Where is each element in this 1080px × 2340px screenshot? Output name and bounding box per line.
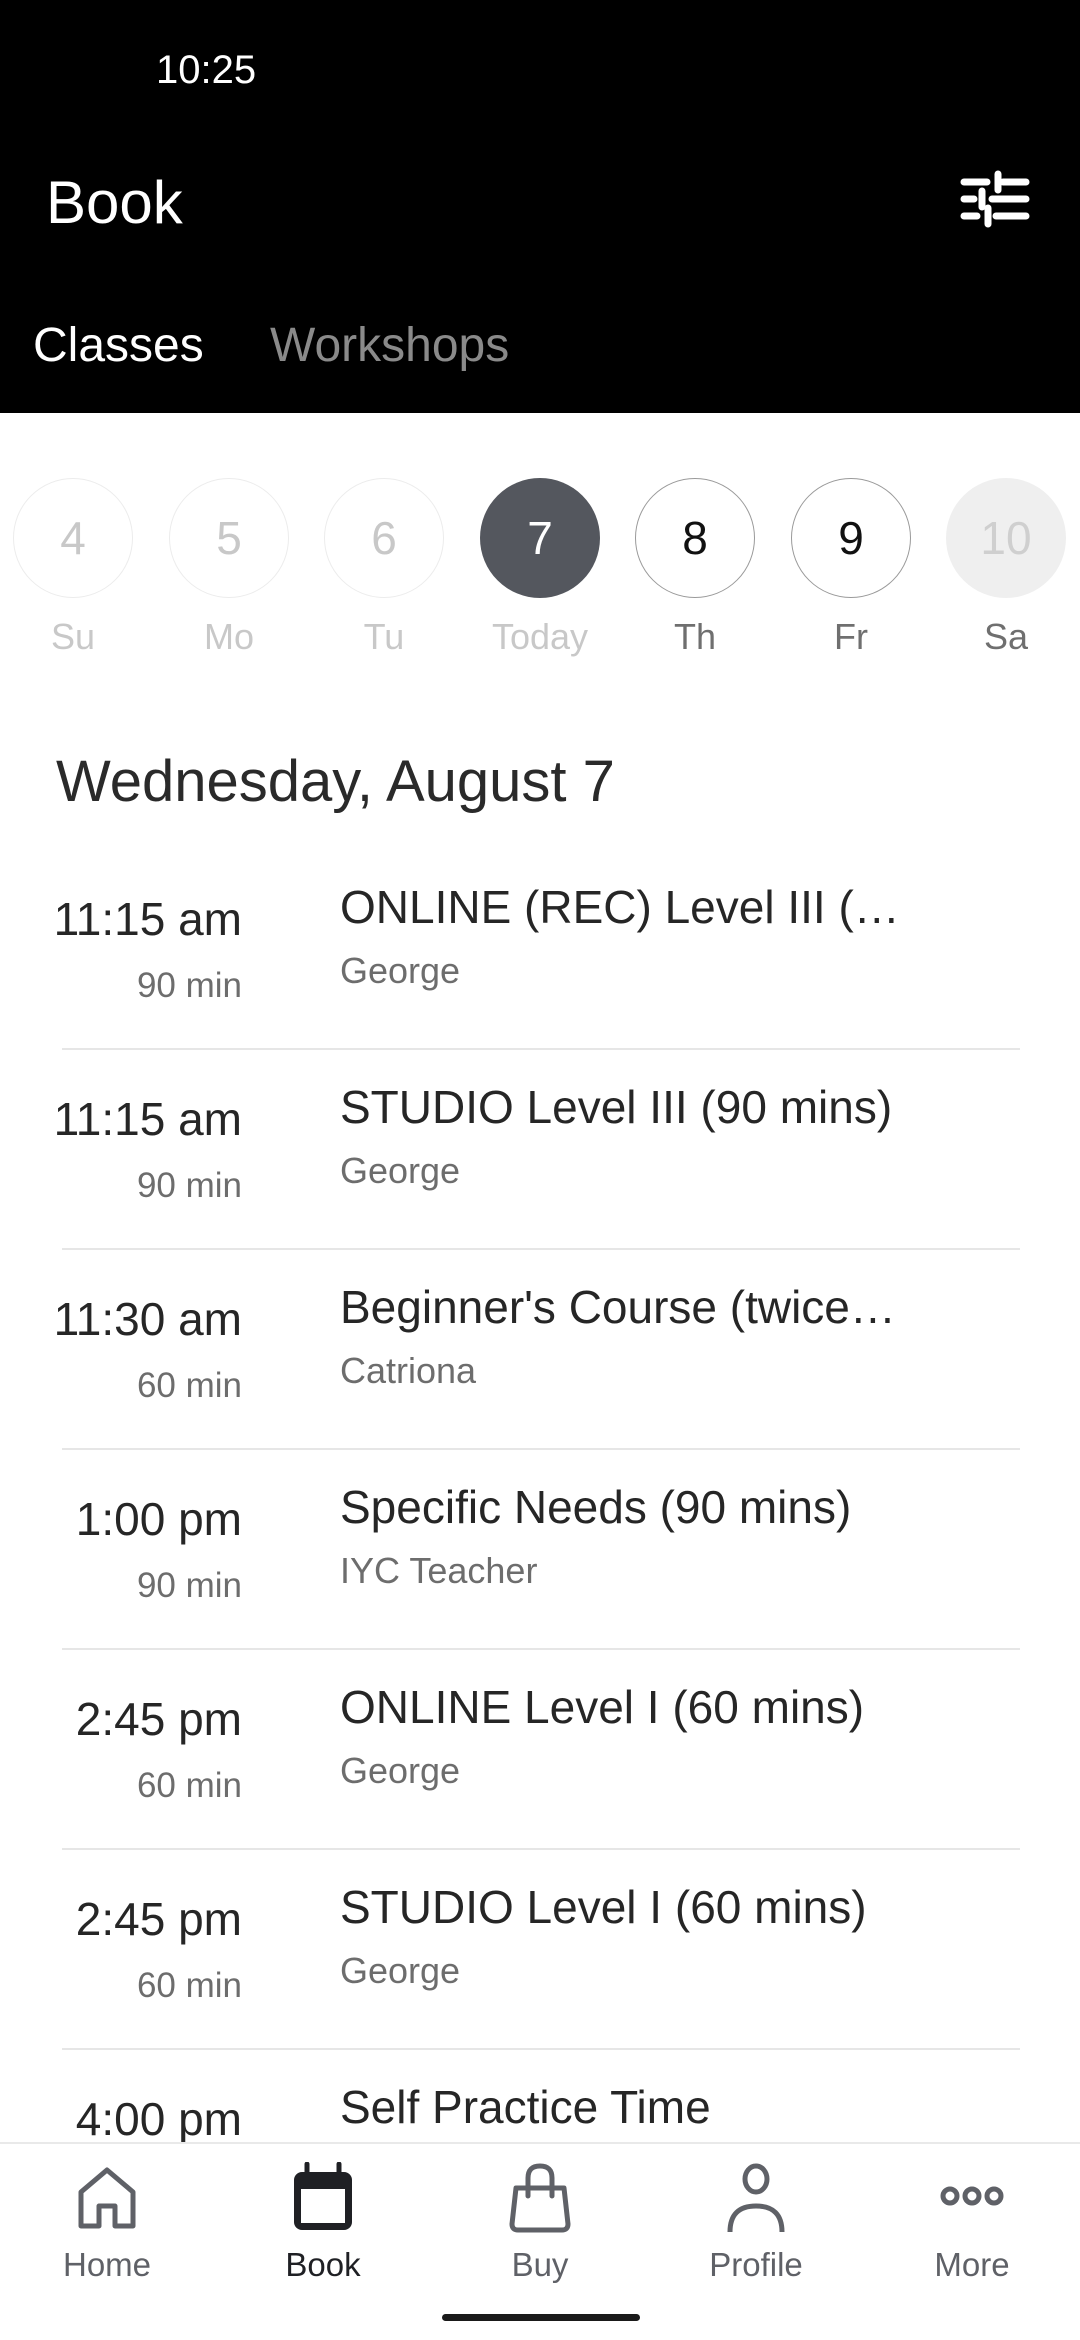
class-name: STUDIO Level I (60 mins) xyxy=(340,1881,867,1933)
class-duration: 60 min xyxy=(136,1766,242,1805)
class-name: Beginner's Course (twice… xyxy=(340,1281,896,1333)
class-duration: 60 min xyxy=(136,1366,242,1405)
day-label: Fr xyxy=(834,616,868,657)
home-indicator[interactable] xyxy=(442,2314,640,2321)
nav-label: Buy xyxy=(511,2246,569,2283)
class-time: 2:45 pm xyxy=(75,1693,242,1745)
class-teacher: George xyxy=(340,1950,461,1991)
class-time: 2:45 pm xyxy=(75,1893,242,1945)
day-item[interactable]: 10 Sa xyxy=(944,478,1068,658)
day-number: 10 xyxy=(946,478,1066,598)
tab-workshops[interactable]: Workshops xyxy=(270,318,509,373)
class-row[interactable]: 11:15 am 90 min ONLINE (REC) Level III (… xyxy=(0,850,1080,1050)
more-dots-icon xyxy=(940,2186,1004,2206)
day-number: 5 xyxy=(169,478,289,598)
nav-label: More xyxy=(934,2246,1010,2283)
person-icon xyxy=(727,2163,785,2233)
bottom-nav: Home Book Buy Profile More xyxy=(0,2142,1080,2340)
class-teacher: George xyxy=(340,1150,461,1191)
day-number: 9 xyxy=(791,478,911,598)
day-label: Mo xyxy=(203,616,254,657)
day-selector: 4 Su 5 Mo 6 Tu 7 Today 8 Th 9 Fr 10 Sa xyxy=(0,478,1080,658)
app-header: 10:25 Book Classes Workshops xyxy=(0,0,1080,413)
sliders-icon xyxy=(960,170,1030,228)
class-time: 11:30 am xyxy=(53,1293,242,1345)
class-row[interactable]: 2:45 pm 60 min STUDIO Level I (60 mins) … xyxy=(0,1850,1080,2050)
nav-label: Profile xyxy=(709,2246,803,2283)
class-row[interactable]: 1:00 pm 90 min Specific Needs (90 mins) … xyxy=(0,1450,1080,1650)
day-number: 7 xyxy=(480,478,600,598)
class-time: 11:15 am xyxy=(53,1093,242,1145)
class-name: STUDIO Level III (90 mins) xyxy=(340,1081,893,1133)
day-label: Today xyxy=(491,616,589,657)
nav-label: Home xyxy=(62,2246,152,2283)
class-time: 11:15 am xyxy=(53,893,242,945)
day-label: Su xyxy=(50,616,96,657)
filter-button[interactable] xyxy=(960,170,1032,234)
class-row[interactable]: 2:45 pm 60 min ONLINE Level I (60 mins) … xyxy=(0,1650,1080,1850)
page-title: Book xyxy=(46,169,183,236)
nav-book[interactable]: Book xyxy=(233,2162,413,2284)
nav-home[interactable]: Home xyxy=(17,2162,197,2284)
class-teacher: George xyxy=(340,950,461,991)
day-number: 6 xyxy=(324,478,444,598)
nav-label: Book xyxy=(285,2246,361,2283)
day-item[interactable]: 9 Fr xyxy=(789,478,913,658)
class-name: ONLINE Level I (60 mins) xyxy=(340,1681,865,1733)
class-duration: 90 min xyxy=(136,1166,242,1205)
day-item[interactable]: 6 Tu xyxy=(322,478,446,658)
class-time: 1:00 pm xyxy=(75,1493,242,1545)
nav-more[interactable]: More xyxy=(882,2162,1062,2284)
class-row[interactable]: 11:30 am 60 min Beginner's Course (twice… xyxy=(0,1250,1080,1450)
day-number: 4 xyxy=(13,478,133,598)
class-name: Self Practice Time xyxy=(340,2081,711,2133)
day-label: Th xyxy=(673,616,716,657)
class-list: 11:15 am 90 min ONLINE (REC) Level III (… xyxy=(0,850,1080,2142)
class-row[interactable]: 11:15 am 90 min STUDIO Level III (90 min… xyxy=(0,1050,1080,1250)
tab-classes[interactable]: Classes xyxy=(33,318,204,373)
day-item-today[interactable]: 7 Today xyxy=(478,478,602,658)
class-time: 4:00 pm xyxy=(75,2093,242,2142)
class-teacher: IYC Teacher xyxy=(340,1550,538,1591)
day-item[interactable]: 8 Th xyxy=(633,478,757,658)
status-bar-time: 10:25 xyxy=(156,48,257,92)
class-duration: 90 min xyxy=(136,1566,242,1605)
class-duration: 90 min xyxy=(136,966,242,1005)
shopping-bag-icon xyxy=(509,2163,571,2233)
day-label: Sa xyxy=(983,616,1029,657)
day-item[interactable]: 4 Su xyxy=(11,478,135,658)
nav-profile[interactable]: Profile xyxy=(666,2162,846,2284)
class-name: ONLINE (REC) Level III (… xyxy=(340,881,900,933)
day-item[interactable]: 5 Mo xyxy=(167,478,291,658)
calendar-icon xyxy=(294,2162,352,2230)
nav-buy[interactable]: Buy xyxy=(450,2162,630,2284)
class-teacher: Catriona xyxy=(340,1350,477,1391)
class-name: Specific Needs (90 mins) xyxy=(340,1481,852,1533)
home-icon xyxy=(78,2167,136,2229)
class-duration: 60 min xyxy=(136,1966,242,2005)
date-heading: Wednesday, August 7 xyxy=(56,749,615,814)
day-number: 8 xyxy=(635,478,755,598)
class-row[interactable]: 4:00 pm Self Practice Time xyxy=(0,2050,1080,2142)
class-teacher: George xyxy=(340,1750,461,1791)
day-label: Tu xyxy=(363,616,405,657)
